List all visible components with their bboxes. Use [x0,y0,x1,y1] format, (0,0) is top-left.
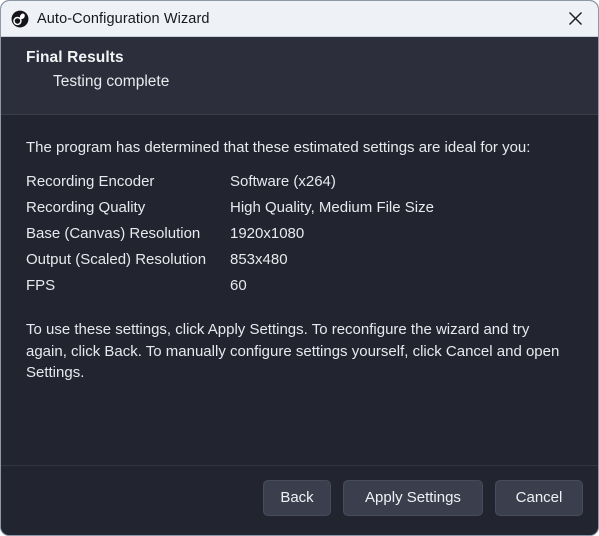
table-row: Base (Canvas) Resolution 1920x1080 [26,225,434,251]
window-title: Auto-Configuration Wizard [37,10,210,27]
page-title: Final Results [26,49,124,66]
close-icon [568,11,582,25]
setting-label: Recording Encoder [26,173,155,191]
table-row: FPS 60 [26,277,434,303]
setting-label: Base (Canvas) Resolution [26,225,201,243]
table-row: Output (Scaled) Resolution 853x480 [26,251,434,277]
close-button[interactable] [552,1,598,35]
page-subtitle: Testing complete [53,73,170,90]
outro-paragraph: To use these settings, click Apply Setti… [26,321,560,381]
setting-label: Output (Scaled) Resolution [26,251,207,269]
wizard-content: The program has determined that these es… [1,115,598,465]
setting-label: Recording Quality [26,199,146,217]
setting-label: FPS [26,277,56,295]
wizard-header: Final Results Testing complete [1,37,598,115]
title-bar: Auto-Configuration Wizard [1,1,598,37]
setting-value: Software (x264) [230,173,336,191]
setting-value: 60 [230,277,247,295]
auto-configuration-wizard-window: Auto-Configuration Wizard Final Results … [0,0,599,536]
table-row: Recording Quality High Quality, Medium F… [26,199,434,225]
dialog-footer: Back Apply Settings Cancel [1,465,598,535]
back-button[interactable]: Back [263,479,331,516]
intro-paragraph: The program has determined that these es… [26,139,531,156]
setting-value: 853x480 [230,251,288,269]
setting-value: 1920x1080 [230,225,305,243]
setting-value: High Quality, Medium File Size [230,199,434,217]
settings-summary-table: Recording Encoder Software (x264) Record… [26,173,434,303]
cancel-button[interactable]: Cancel [495,479,583,516]
table-row: Recording Encoder Software (x264) [26,173,434,199]
obs-logo-icon [11,10,29,27]
apply-settings-button[interactable]: Apply Settings [343,479,483,516]
